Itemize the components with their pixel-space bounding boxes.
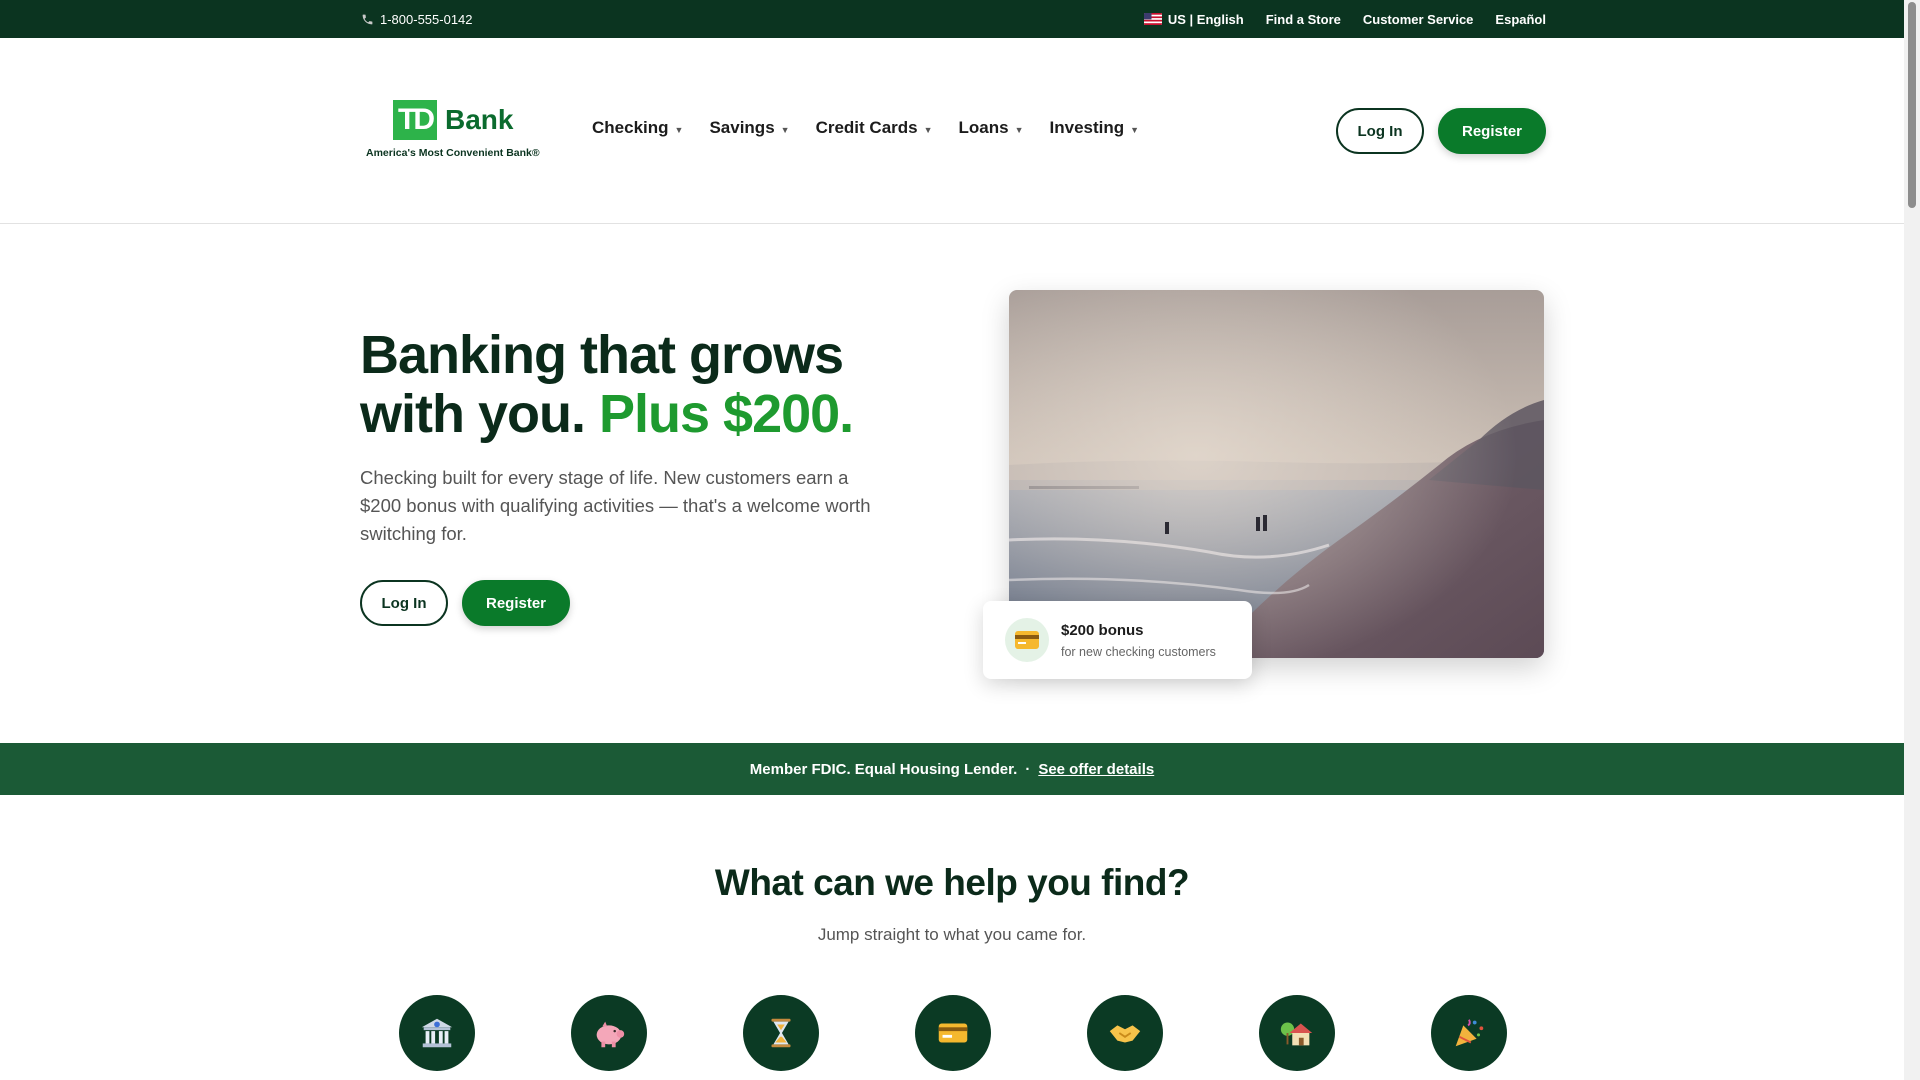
nav-savings[interactable]: Savings ▼ (709, 118, 789, 138)
hero-title-accent: Plus $200. (599, 384, 854, 444)
logo-mark: TD (393, 100, 437, 140)
quick-link-savings[interactable] (571, 995, 647, 1071)
nav-label: Savings (709, 118, 775, 137)
bonus-card: $200 bonus for new checking customers (983, 601, 1252, 679)
hero-actions: Log In Register (360, 580, 920, 626)
fdic-text: Member FDIC. Equal Housing Lender. (749, 760, 1018, 778)
credit-card-icon (938, 1023, 968, 1043)
house-icon (1280, 1022, 1313, 1046)
hero-title-line2: with you. (360, 384, 586, 444)
nav-investing[interactable]: Investing ▼ (1050, 118, 1140, 138)
bonus-subtitle: for new checking customers (1061, 644, 1216, 659)
party-popper-icon (1455, 1019, 1484, 1047)
fdic-separator: · (1025, 760, 1031, 778)
espanol-link[interactable]: Español (1495, 12, 1546, 27)
quick-link-cds[interactable] (743, 995, 819, 1071)
caret-down-icon: ▼ (1130, 124, 1140, 135)
header-actions: Log In Register (1336, 108, 1546, 154)
td-bank-logo[interactable]: TD Bank America's Most Convenient Bank® (366, 100, 546, 170)
logo-top: TD Bank (393, 100, 546, 140)
quick-link-credit-cards[interactable] (915, 995, 991, 1071)
hero-copy: Banking that grows with you. Plus $200. … (360, 326, 920, 626)
bonus-title: $200 bonus (1061, 621, 1144, 639)
logo-name: Bank (445, 104, 514, 135)
find-section-title: What can we help you find? (714, 862, 1190, 903)
hero-title: Banking that grows with you. Plus $200. (360, 326, 920, 444)
utility-links: US | English Find a Store Customer Servi… (1143, 11, 1546, 27)
credit-card-icon (1005, 618, 1049, 662)
offer-details-link[interactable]: See offer details (1038, 761, 1154, 778)
caret-down-icon: ▼ (1014, 124, 1024, 135)
phone-link[interactable]: 1-800-555-0142 (361, 12, 473, 27)
caret-down-icon: ▼ (780, 124, 790, 135)
quick-link-offers[interactable] (1431, 995, 1507, 1071)
phone-icon (362, 14, 373, 24)
site-header: TD Bank America's Most Convenient Bank® … (0, 38, 1904, 224)
scrollbar-thumb[interactable] (1908, 2, 1916, 208)
nav-loans[interactable]: Loans ▼ (959, 118, 1024, 138)
quick-links (399, 995, 1507, 1071)
bank-icon (421, 1018, 453, 1048)
us-flag-icon (1143, 13, 1162, 25)
page-scrollbar[interactable] (1904, 0, 1920, 1080)
hourglass-icon (771, 1018, 791, 1048)
handshake-icon (1109, 1025, 1141, 1043)
utility-bar: 1-800-555-0142 US | English Find a Store… (0, 0, 1920, 38)
nav-label: Loans (958, 118, 1009, 137)
utility-inner: 1-800-555-0142 US | English Find a Store… (361, 0, 1546, 38)
language-selector[interactable]: US | English (1143, 11, 1244, 27)
customer-service-link[interactable]: Customer Service (1363, 12, 1474, 27)
header-register-button[interactable]: Register (1438, 108, 1546, 154)
caret-down-icon: ▼ (674, 124, 684, 135)
nav-checking[interactable]: Checking ▼ (592, 118, 683, 138)
nav-label: Investing (1049, 118, 1125, 137)
quick-link-banking[interactable] (399, 995, 475, 1071)
piggy-bank-icon (596, 1021, 625, 1048)
fdic-bar: Member FDIC. Equal Housing Lender. · See… (0, 743, 1904, 795)
quick-link-loans[interactable] (1087, 995, 1163, 1071)
nav-credit-cards[interactable]: Credit Cards ▼ (816, 118, 933, 138)
header-login-button[interactable]: Log In (1336, 108, 1424, 154)
nav-label: Credit Cards (815, 118, 918, 137)
bonus-text: $200 bonus for new checking customers (1061, 622, 1216, 659)
caret-down-icon: ▼ (923, 124, 933, 135)
hero-register-button[interactable]: Register (462, 580, 570, 626)
language-label: US | English (1167, 11, 1244, 27)
hero-login-button[interactable]: Log In (360, 580, 448, 626)
hero-title-line1: Banking that grows (360, 325, 844, 385)
find-section-subtitle: Jump straight to what you came for. (817, 925, 1087, 944)
hero-subtitle: Checking built for every stage of life. … (360, 467, 871, 544)
phone-number: 1-800-555-0142 (380, 11, 473, 27)
find-store-link[interactable]: Find a Store (1266, 12, 1341, 27)
quick-link-mortgages[interactable] (1259, 995, 1335, 1071)
main-nav: Checking ▼ Savings ▼ Credit Cards ▼ Loan… (592, 118, 1139, 138)
logo-tagline: America's Most Convenient Bank® (366, 147, 540, 159)
nav-label: Checking (592, 118, 669, 137)
